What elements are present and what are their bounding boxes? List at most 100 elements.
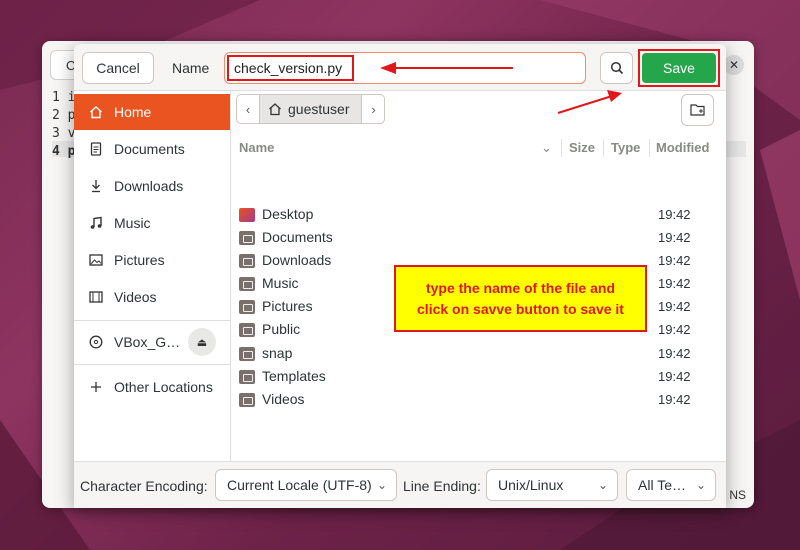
- file-modified: 19:42: [658, 230, 691, 245]
- eject-icon: ⏏: [196, 336, 208, 349]
- chevron-down-icon: ⌄: [695, 478, 706, 492]
- editor-line: 1 i: [52, 90, 76, 105]
- desktop-folder-icon: [239, 208, 255, 222]
- path-back-button[interactable]: ‹: [236, 94, 260, 124]
- sidebar-item-label: Downloads: [114, 178, 184, 194]
- documents-folder-icon: [239, 231, 255, 245]
- line-ending-value: Unix/Linux: [498, 477, 564, 493]
- annotation-callout: type the name of the file and click on s…: [394, 265, 647, 332]
- sidebar-item-label: VBox_G…: [114, 334, 181, 350]
- sidebar-item-label: Home: [114, 104, 152, 120]
- music-folder-icon: [239, 277, 255, 291]
- sidebar-item-other-locations[interactable]: Other Locations: [74, 369, 230, 405]
- file-name: Downloads: [262, 252, 332, 268]
- sidebar-separator: [74, 320, 230, 321]
- file-modified: 19:42: [658, 322, 691, 337]
- file-filter-value: All Te…: [638, 477, 686, 493]
- file-modified: 19:42: [658, 369, 691, 384]
- file-name: Templates: [262, 368, 326, 384]
- column-header-modified[interactable]: Modified: [656, 137, 709, 159]
- editor-line: 3 v: [52, 126, 76, 141]
- column-separator: [603, 139, 604, 157]
- annotation-line: click on savve button to save it: [417, 300, 624, 317]
- sidebar-item-vbox-device[interactable]: VBox_G… ⏏: [74, 324, 230, 360]
- sidebar-item-label: Other Locations: [114, 379, 213, 395]
- file-name: Public: [262, 321, 301, 337]
- filename-value[interactable]: check_version.py: [227, 55, 354, 81]
- file-modified: 19:42: [658, 346, 691, 361]
- video-icon: [88, 289, 104, 305]
- new-folder-button[interactable]: [681, 94, 714, 126]
- file-modified: 19:42: [658, 207, 691, 222]
- file-name: Videos: [262, 391, 305, 407]
- download-icon: [88, 178, 104, 194]
- eject-button[interactable]: ⏏: [188, 328, 216, 356]
- home-icon: [88, 104, 104, 120]
- file-row-documents[interactable]: Documents 19:42: [231, 227, 726, 250]
- places-sidebar: Home Documents Downloads Music Pictures …: [74, 91, 231, 461]
- videos-folder-icon: [239, 393, 255, 407]
- sidebar-separator: [74, 364, 230, 365]
- file-row-videos[interactable]: Videos 19:42: [231, 389, 726, 412]
- file-modified: 19:42: [658, 392, 691, 407]
- chevron-right-icon: ›: [371, 101, 376, 117]
- file-name: snap: [262, 345, 293, 361]
- chevron-left-icon: ‹: [245, 101, 251, 117]
- sidebar-item-home[interactable]: Home: [74, 94, 230, 130]
- sidebar-item-label: Music: [114, 215, 151, 231]
- dialog-header: Cancel Name check_version.py Save: [74, 44, 726, 91]
- file-modified: 19:42: [658, 276, 691, 291]
- name-label: Name: [172, 60, 210, 76]
- sidebar-item-downloads[interactable]: Downloads: [74, 168, 230, 204]
- chevron-down-icon: ⌄: [376, 478, 387, 492]
- chevron-down-icon[interactable]: ⌄: [541, 137, 552, 159]
- file-modified: 19:42: [658, 299, 691, 314]
- file-name: Pictures: [262, 298, 313, 314]
- filename-input[interactable]: check_version.py: [224, 52, 586, 84]
- sidebar-item-documents[interactable]: Documents: [74, 131, 230, 167]
- path-forward-button[interactable]: ›: [361, 94, 386, 124]
- background-line-numbers: 1 i 2 p 3 v 4 p: [52, 89, 75, 161]
- path-bar: ‹ guestuser ›: [236, 94, 386, 126]
- file-name: Music: [262, 275, 299, 291]
- chevron-down-icon: ⌄: [597, 478, 608, 492]
- column-separator: [561, 139, 562, 157]
- search-icon: [610, 61, 623, 75]
- sidebar-item-label: Pictures: [114, 252, 165, 268]
- save-button-highlight: Save: [638, 49, 720, 87]
- sidebar-item-videos[interactable]: Videos: [74, 279, 230, 315]
- search-button[interactable]: [600, 52, 633, 84]
- column-separator: [649, 139, 650, 157]
- sidebar-item-pictures[interactable]: Pictures: [74, 242, 230, 278]
- file-row-templates[interactable]: Templates 19:42: [231, 366, 726, 389]
- document-icon: [88, 141, 104, 157]
- file-row-snap[interactable]: snap 19:42: [231, 343, 726, 366]
- column-header-name[interactable]: Name: [239, 137, 274, 159]
- new-folder-icon: [689, 104, 705, 116]
- save-button[interactable]: Save: [642, 53, 716, 83]
- background-status-text: NS: [729, 488, 746, 502]
- downloads-folder-icon: [239, 254, 255, 268]
- file-name: Documents: [262, 229, 333, 245]
- file-modified: 19:42: [658, 253, 691, 268]
- file-name: Desktop: [262, 206, 314, 222]
- sidebar-item-music[interactable]: Music: [74, 205, 230, 241]
- editor-line: 2 p: [52, 108, 76, 123]
- disc-icon: [88, 334, 104, 350]
- cancel-button[interactable]: Cancel: [82, 52, 154, 84]
- encoding-value: Current Locale (UTF-8): [227, 477, 372, 493]
- editor-line: 4 p: [52, 144, 76, 159]
- file-row-desktop[interactable]: Desktop 19:42: [231, 204, 726, 227]
- background-close-icon[interactable]: ✕: [724, 55, 744, 75]
- file-filter-select[interactable]: All Te… ⌄: [626, 469, 716, 501]
- annotation-line: type the name of the file and: [425, 279, 615, 296]
- home-icon: [268, 102, 282, 116]
- folder-icon: [239, 347, 255, 361]
- sidebar-item-label: Documents: [114, 141, 185, 157]
- dialog-footer: Character Encoding: Current Locale (UTF-…: [74, 461, 726, 508]
- encoding-select[interactable]: Current Locale (UTF-8) ⌄: [215, 469, 397, 501]
- column-header-type[interactable]: Type: [611, 137, 640, 159]
- column-header-size[interactable]: Size: [569, 137, 595, 159]
- line-ending-select[interactable]: Unix/Linux ⌄: [486, 469, 618, 501]
- path-crumb-home[interactable]: guestuser: [260, 94, 362, 124]
